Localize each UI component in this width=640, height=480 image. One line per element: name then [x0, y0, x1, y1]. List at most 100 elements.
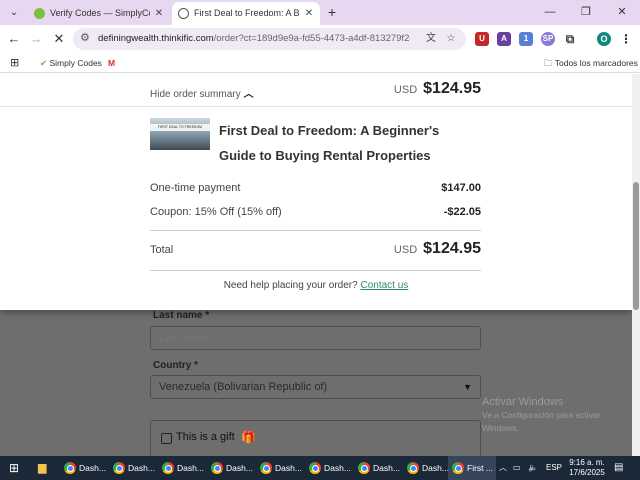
system-clock[interactable]: 9:16 a. m. 17/6/2025: [564, 458, 610, 478]
chrome-icon: [162, 462, 174, 474]
windows-activation-watermark: Activar Windows Ve a Configuración para …: [482, 396, 622, 435]
cover-title-text: FIRST DEAL TO FREEDOM: [150, 124, 210, 131]
ublock-extension-icon[interactable]: U: [475, 32, 489, 46]
page-scrollbar[interactable]: [632, 74, 640, 456]
browser-toolbar: ← → ✕ ⚙ definingwealth.thinkific.com/ord…: [0, 25, 640, 53]
all-bookmarks[interactable]: 🗀 Todos los marcadores: [544, 53, 638, 73]
contact-us-link[interactable]: Contact us: [360, 280, 408, 291]
currency-code: USD: [393, 244, 418, 256]
chrome-icon: [358, 462, 370, 474]
extension-badge-icon[interactable]: 1: [519, 32, 533, 46]
taskbar-chrome-window[interactable]: Dash...: [209, 456, 257, 480]
country-label: Country *: [153, 360, 198, 371]
forward-icon[interactable]: →: [27, 30, 45, 48]
taskbar-chrome-window[interactable]: Dash...: [160, 456, 208, 480]
volume-icon[interactable]: 🔈: [528, 456, 538, 480]
site-settings-icon[interactable]: ⚙: [80, 31, 90, 44]
close-tab-icon[interactable]: ✕: [153, 2, 165, 25]
menu-kebab-icon[interactable]: ⋮: [619, 32, 633, 46]
taskbar-label: Dash...: [79, 463, 106, 473]
taskbar-label: Dash...: [275, 463, 302, 473]
last-name-label: Last name *: [153, 310, 210, 321]
line-label: One-time payment: [150, 182, 241, 194]
toggle-label: Hide order summary: [150, 89, 241, 100]
gift-checkbox[interactable]: [161, 433, 172, 444]
country-select[interactable]: Venezuela (Bolivarian Republic of) ▼: [150, 375, 481, 399]
dropdown-caret-icon: ▼: [463, 382, 472, 392]
gmail-bookmark-icon[interactable]: M: [108, 53, 115, 73]
folder-icon: 🗀: [544, 58, 553, 68]
taskbar-chrome-window[interactable]: Dash...: [111, 456, 159, 480]
help-text: Need help placing your order? Contact us: [0, 280, 632, 291]
header-total-amount: $124.95: [423, 80, 481, 97]
taskbar-label: Dash...: [324, 463, 351, 473]
taskbar-chrome-window[interactable]: Dash...: [307, 456, 355, 480]
url-text[interactable]: definingwealth.thinkific.com/order?ct=18…: [98, 28, 410, 50]
chrome-icon: [452, 462, 464, 474]
windows-taskbar: ⊞ ▆ Dash... Dash... Dash... Dash... Dash…: [0, 456, 640, 480]
taskbar-chrome-window[interactable]: Dash...: [62, 456, 110, 480]
currency-code: USD: [393, 84, 418, 96]
chrome-icon: [309, 462, 321, 474]
total-amount-group: USD $124.95: [394, 240, 481, 258]
last-name-input[interactable]: [150, 326, 481, 350]
chrome-icon: [260, 462, 272, 474]
taskbar-label: Dash...: [226, 463, 253, 473]
stop-loading-icon[interactable]: ✕: [50, 30, 68, 48]
bookmark-star-icon[interactable]: ☆: [444, 32, 458, 46]
product-title: First Deal to Freedom: A Beginner's Guid…: [219, 123, 440, 163]
network-icon[interactable]: ▭: [513, 456, 521, 480]
notifications-icon[interactable]: ▤: [614, 456, 623, 480]
tray-chevron-icon[interactable]: ︿: [499, 456, 507, 480]
tab-title: Verify Codes — SimplyCodes: [50, 8, 150, 18]
header-divider: [0, 106, 632, 107]
back-icon[interactable]: ←: [5, 30, 23, 48]
chrome-icon: [113, 462, 125, 474]
line-item: One-time payment $147.00: [150, 182, 481, 194]
language-indicator[interactable]: ESP: [546, 456, 562, 480]
hide-order-summary-toggle[interactable]: Hide order summary ︿: [150, 85, 254, 100]
url-host: definingwealth.thinkific.com: [98, 33, 214, 44]
thinkific-favicon-icon: [178, 8, 189, 19]
taskbar-chrome-window[interactable]: Dash...: [356, 456, 404, 480]
address-bar[interactable]: ⚙ definingwealth.thinkific.com/order?ct=…: [73, 28, 466, 50]
new-tab-icon[interactable]: +: [324, 3, 340, 21]
scrollbar-thumb[interactable]: [633, 182, 639, 310]
tab-search-icon[interactable]: ⌄: [6, 5, 22, 21]
taskbar-label: Dash...: [373, 463, 400, 473]
taskbar-chrome-window[interactable]: Dash...: [405, 456, 453, 480]
tab-first-deal[interactable]: First Deal to Freedom: A Beginn ✕: [172, 2, 320, 25]
extension-a-icon[interactable]: A: [497, 32, 511, 46]
taskbar-label: First ...: [467, 463, 493, 473]
file-explorer-icon[interactable]: ▆: [38, 456, 46, 480]
minimize-icon[interactable]: —: [532, 0, 568, 25]
apps-grid-icon[interactable]: ⊞: [10, 53, 19, 73]
taskbar-chrome-window[interactable]: Dash...: [258, 456, 306, 480]
line-item: Coupon: 15% Off (15% off) -$22.05: [150, 206, 481, 218]
clock-time: 9:16 a. m.: [569, 458, 605, 467]
tab-verify-codes[interactable]: Verify Codes — SimplyCodes ✕: [28, 2, 170, 25]
taskbar-label: Dash...: [177, 463, 204, 473]
line-value: $147.00: [441, 182, 481, 194]
total-label: Total: [150, 244, 174, 256]
extensions-puzzle-icon[interactable]: ⧉: [563, 32, 577, 46]
clock-date: 17/6/2025: [569, 468, 605, 477]
tab-title: First Deal to Freedom: A Beginn: [194, 8, 300, 18]
all-bookmarks-label: Todos los marcadores: [554, 58, 638, 68]
extension-circle-icon[interactable]: SP: [541, 32, 555, 46]
translate-icon[interactable]: 文: [424, 32, 438, 46]
start-windows-icon[interactable]: ⊞: [9, 456, 19, 480]
bookmark-simply-codes[interactable]: ✔ Simply Codes: [40, 53, 102, 73]
help-question: Need help placing your order?: [223, 280, 358, 291]
simplycodes-favicon-icon: [34, 8, 45, 19]
profile-avatar[interactable]: O: [597, 32, 611, 46]
gift-option: This is a gift 🎁: [150, 420, 481, 456]
tab-strip: ⌄ Verify Codes — SimplyCodes ✕ First Dea…: [0, 0, 640, 25]
chrome-icon: [64, 462, 76, 474]
restore-icon[interactable]: ❐: [568, 0, 604, 25]
gift-label[interactable]: This is a gift: [176, 431, 235, 443]
taskbar-chrome-window-active[interactable]: First ...: [450, 456, 496, 480]
close-tab-icon[interactable]: ✕: [303, 2, 315, 25]
close-window-icon[interactable]: ✕: [604, 0, 640, 25]
country-value: Venezuela (Bolivarian Republic of): [159, 381, 328, 393]
